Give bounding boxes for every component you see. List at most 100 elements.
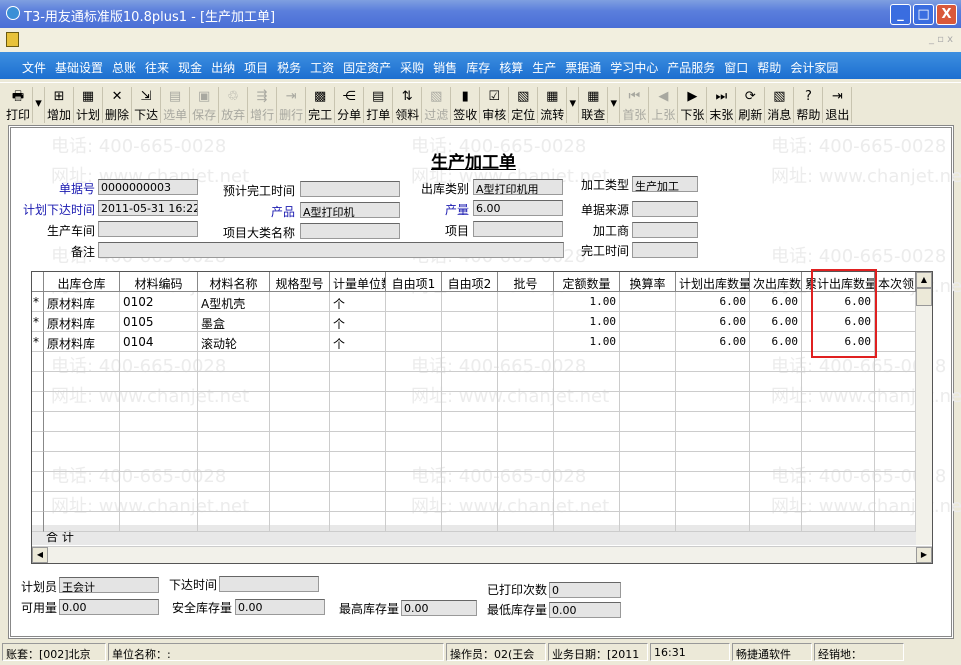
table-cell[interactable] <box>620 472 676 492</box>
column-header[interactable]: 自由项2 <box>442 272 498 292</box>
toolbar-button-message[interactable]: ▧ 消息 <box>765 87 795 123</box>
table-cell[interactable] <box>442 352 498 372</box>
table-cell[interactable] <box>198 432 270 452</box>
table-cell[interactable] <box>875 372 916 392</box>
table-cell[interactable] <box>120 452 198 472</box>
table-cell[interactable] <box>750 472 802 492</box>
table-cell[interactable] <box>120 492 198 512</box>
table-cell[interactable] <box>802 392 875 412</box>
toolbar-button-sort[interactable]: ⇅ 领料 <box>393 87 423 123</box>
table-cell[interactable] <box>120 412 198 432</box>
table-cell[interactable] <box>620 332 676 352</box>
table-cell[interactable] <box>442 392 498 412</box>
out-type-field[interactable]: A型打印机用 <box>473 179 563 195</box>
column-header[interactable]: 计量单位数 <box>330 272 386 292</box>
source-field[interactable] <box>632 201 698 217</box>
table-cell[interactable] <box>620 352 676 372</box>
close-button[interactable]: X <box>936 4 957 25</box>
table-cell[interactable] <box>676 352 750 372</box>
table-cell[interactable]: 6.00 <box>750 332 802 352</box>
table-cell[interactable] <box>198 372 270 392</box>
table-cell[interactable] <box>386 432 442 452</box>
table-cell[interactable] <box>554 352 620 372</box>
column-header[interactable]: 计划出库数量 <box>676 272 750 292</box>
table-cell[interactable] <box>386 332 442 352</box>
table-cell[interactable] <box>270 312 330 332</box>
table-cell[interactable] <box>498 432 554 452</box>
table-cell[interactable] <box>554 392 620 412</box>
table-cell[interactable] <box>270 332 330 352</box>
table-cell[interactable] <box>498 512 554 532</box>
dropdown-button[interactable]: ▾ <box>608 87 621 123</box>
table-cell[interactable] <box>330 472 386 492</box>
scroll-left-icon[interactable]: ◀ <box>32 547 48 563</box>
table-cell[interactable] <box>330 392 386 412</box>
table-cell[interactable] <box>120 352 198 372</box>
toolbar-button-prev[interactable]: ◀ 上张 <box>649 87 679 123</box>
table-cell[interactable] <box>620 492 676 512</box>
table-cell[interactable] <box>554 412 620 432</box>
menu-item[interactable]: 往来 <box>145 59 169 79</box>
column-header[interactable]: 定额数量 <box>554 272 620 292</box>
menu-item[interactable]: 总账 <box>112 59 136 79</box>
table-cell[interactable] <box>120 472 198 492</box>
table-cell[interactable]: 原材料库 <box>44 312 120 332</box>
table-cell[interactable] <box>120 432 198 452</box>
table-cell[interactable] <box>750 452 802 472</box>
table-cell[interactable] <box>498 292 554 312</box>
table-cell[interactable] <box>676 512 750 532</box>
table-cell[interactable] <box>386 392 442 412</box>
menu-item[interactable]: 学习中心 <box>610 59 658 79</box>
table-cell[interactable] <box>554 492 620 512</box>
table-cell[interactable] <box>270 292 330 312</box>
table-cell[interactable] <box>498 372 554 392</box>
toolbar-button-printer[interactable]: 🖶 打印 <box>4 87 34 123</box>
table-cell[interactable] <box>442 332 498 352</box>
menu-item[interactable]: 采购 <box>400 59 424 79</box>
table-cell[interactable] <box>620 392 676 412</box>
table-cell[interactable] <box>442 432 498 452</box>
table-cell[interactable] <box>498 452 554 472</box>
table-cell[interactable] <box>386 292 442 312</box>
table-cell[interactable] <box>330 492 386 512</box>
table-cell[interactable] <box>875 492 916 512</box>
toolbar-button-first[interactable]: ⏮ 首张 <box>620 87 650 123</box>
column-header[interactable]: 材料编码 <box>120 272 198 292</box>
table-cell[interactable] <box>676 412 750 432</box>
mdi-controls[interactable]: _ ▫ x <box>929 34 953 45</box>
project-class-field[interactable] <box>300 223 400 239</box>
menu-item[interactable]: 会计家园 <box>790 59 838 79</box>
table-cell[interactable]: 6.00 <box>676 332 750 352</box>
column-header[interactable]: 出库仓库 <box>44 272 120 292</box>
toolbar-button-complete[interactable]: ▩ 完工 <box>306 87 336 123</box>
menu-item[interactable]: 生产 <box>532 59 556 79</box>
table-cell[interactable]: 滚动轮 <box>198 332 270 352</box>
column-header[interactable]: 本次领 <box>875 272 916 292</box>
product-field[interactable]: A型打印机 <box>300 202 400 218</box>
table-cell[interactable] <box>270 352 330 372</box>
table-cell[interactable]: 1.00 <box>554 292 620 312</box>
vertical-scrollbar[interactable]: ▲ <box>916 272 932 545</box>
scroll-right-icon[interactable]: ▶ <box>916 547 932 563</box>
table-cell[interactable] <box>498 352 554 372</box>
table-cell[interactable] <box>442 312 498 332</box>
menu-item[interactable]: 工资 <box>310 59 334 79</box>
toolbar-button-audit[interactable]: ☑ 审核 <box>480 87 510 123</box>
table-cell[interactable] <box>386 452 442 472</box>
safety-stock-field[interactable]: 0.00 <box>235 599 325 615</box>
toolbar-button-select[interactable]: ▤ 选单 <box>161 87 191 123</box>
table-cell[interactable]: 1.00 <box>554 312 620 332</box>
column-header[interactable]: 批号 <box>498 272 554 292</box>
table-cell[interactable] <box>44 412 120 432</box>
table-cell[interactable] <box>386 352 442 372</box>
toolbar-button-delete[interactable]: ✕ 删除 <box>103 87 133 123</box>
table-cell[interactable]: A型机壳 <box>198 292 270 312</box>
max-stock-field[interactable]: 0.00 <box>401 600 477 616</box>
table-cell[interactable] <box>120 372 198 392</box>
table-cell[interactable] <box>875 472 916 492</box>
table-cell[interactable] <box>802 412 875 432</box>
table-cell[interactable] <box>386 312 442 332</box>
min-stock-field[interactable]: 0.00 <box>549 602 621 618</box>
table-cell[interactable] <box>386 512 442 532</box>
table-cell[interactable] <box>198 472 270 492</box>
